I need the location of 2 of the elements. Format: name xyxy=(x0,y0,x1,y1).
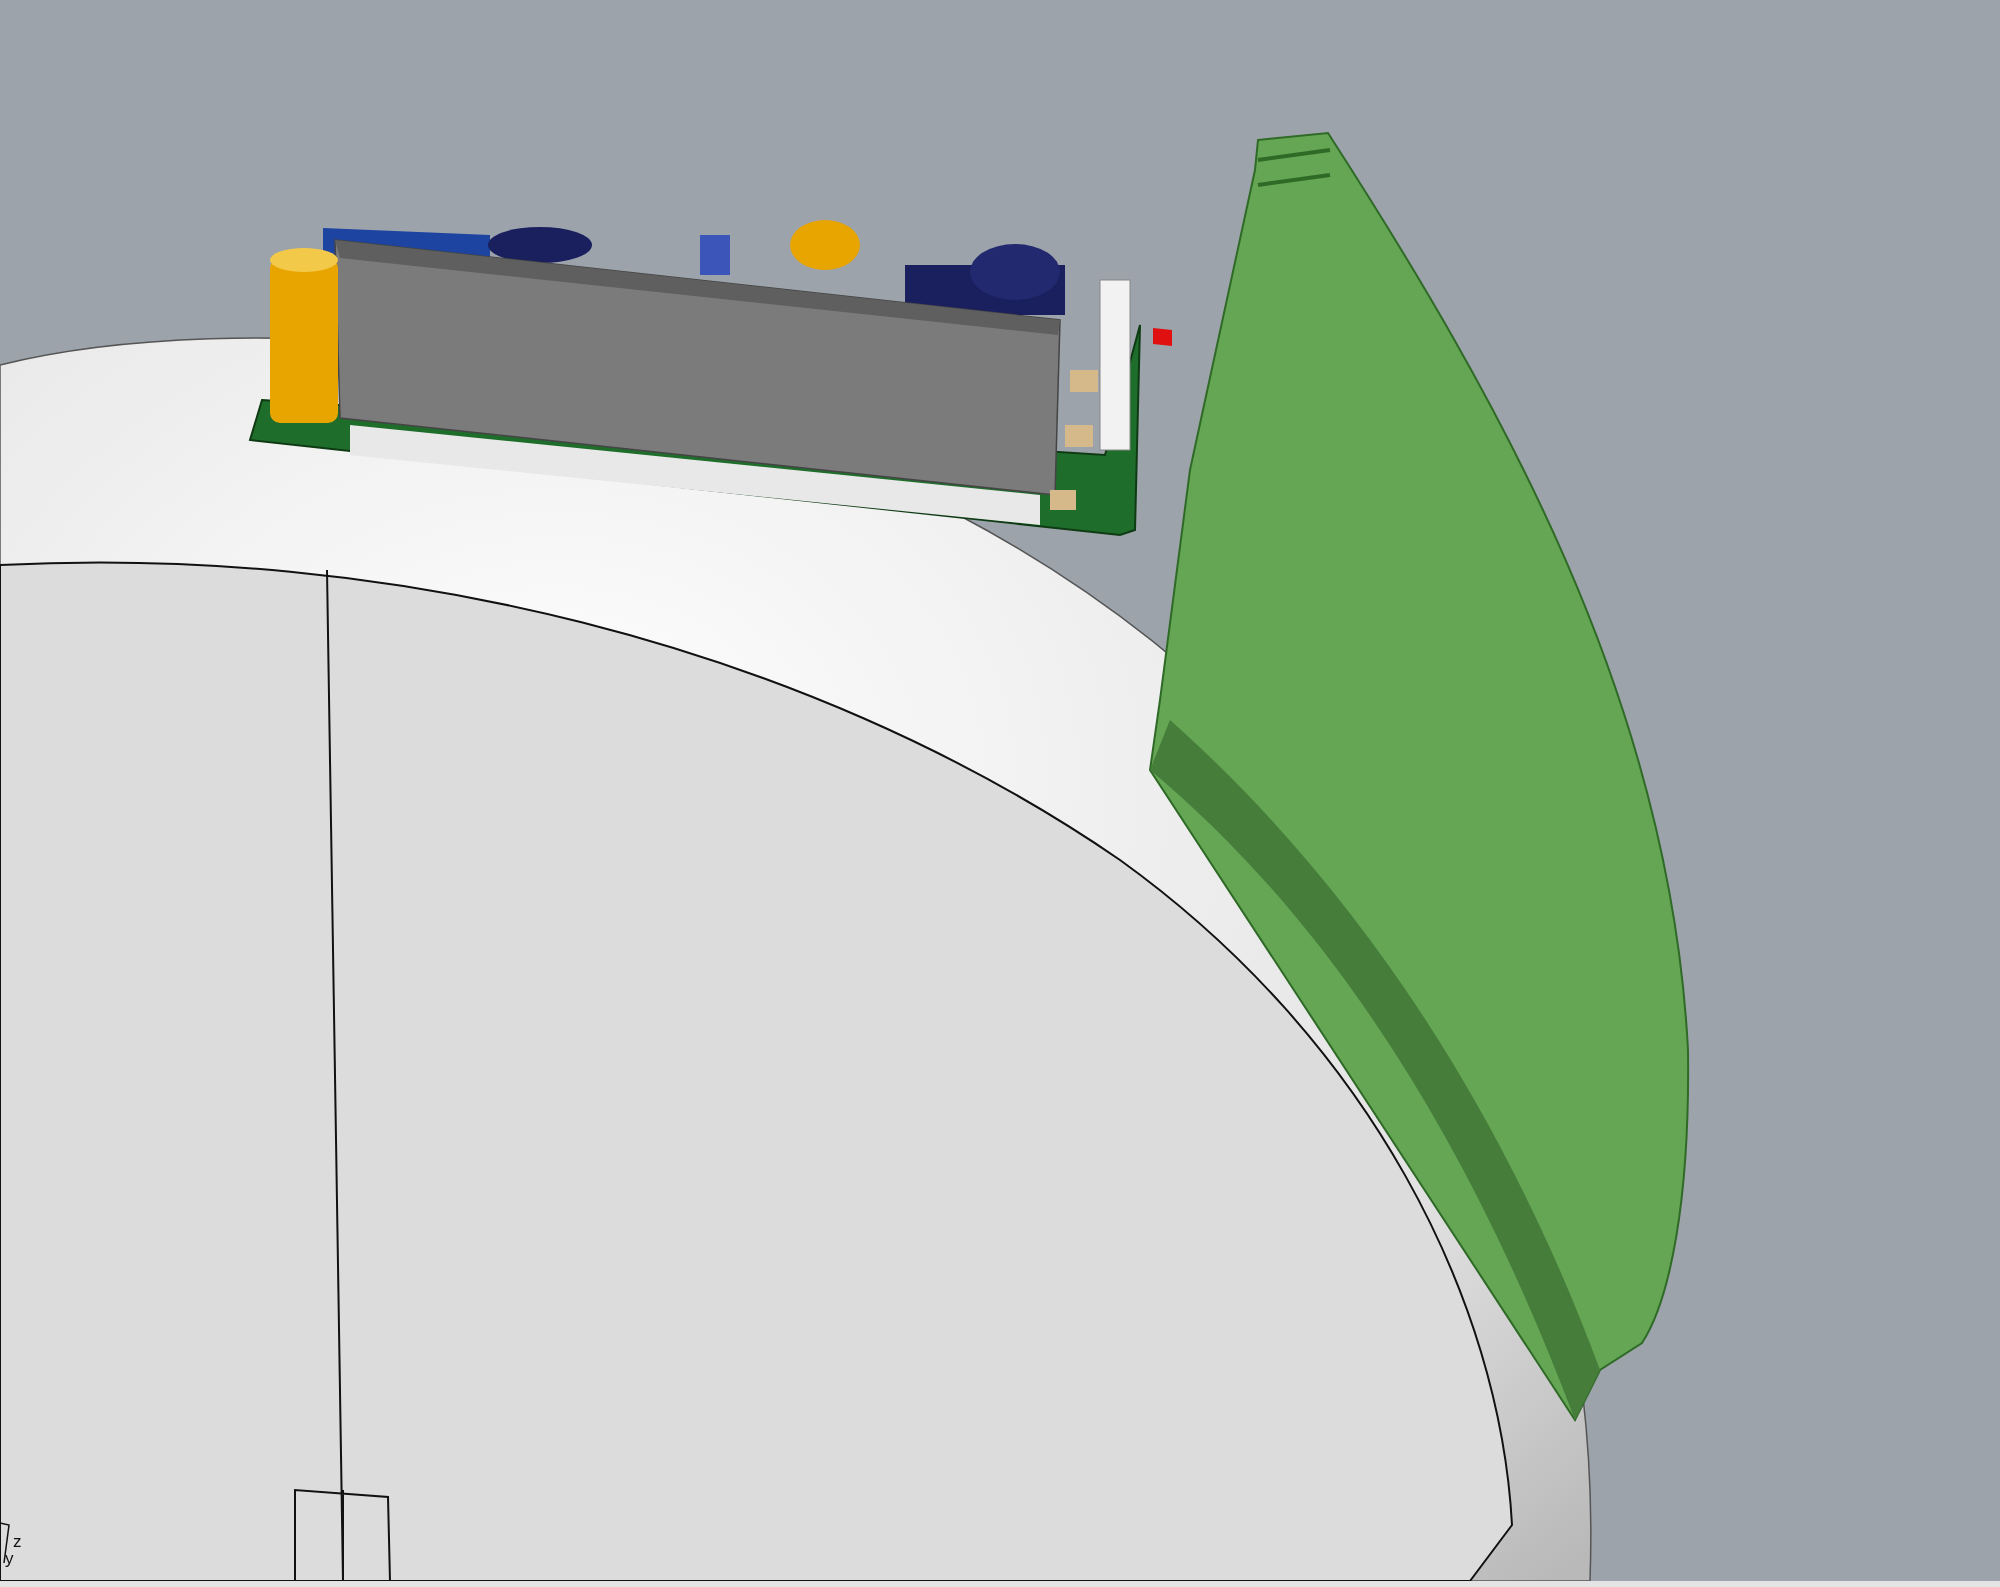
axis-label: y xyxy=(5,1549,14,1568)
axis-label: z xyxy=(13,1532,22,1551)
